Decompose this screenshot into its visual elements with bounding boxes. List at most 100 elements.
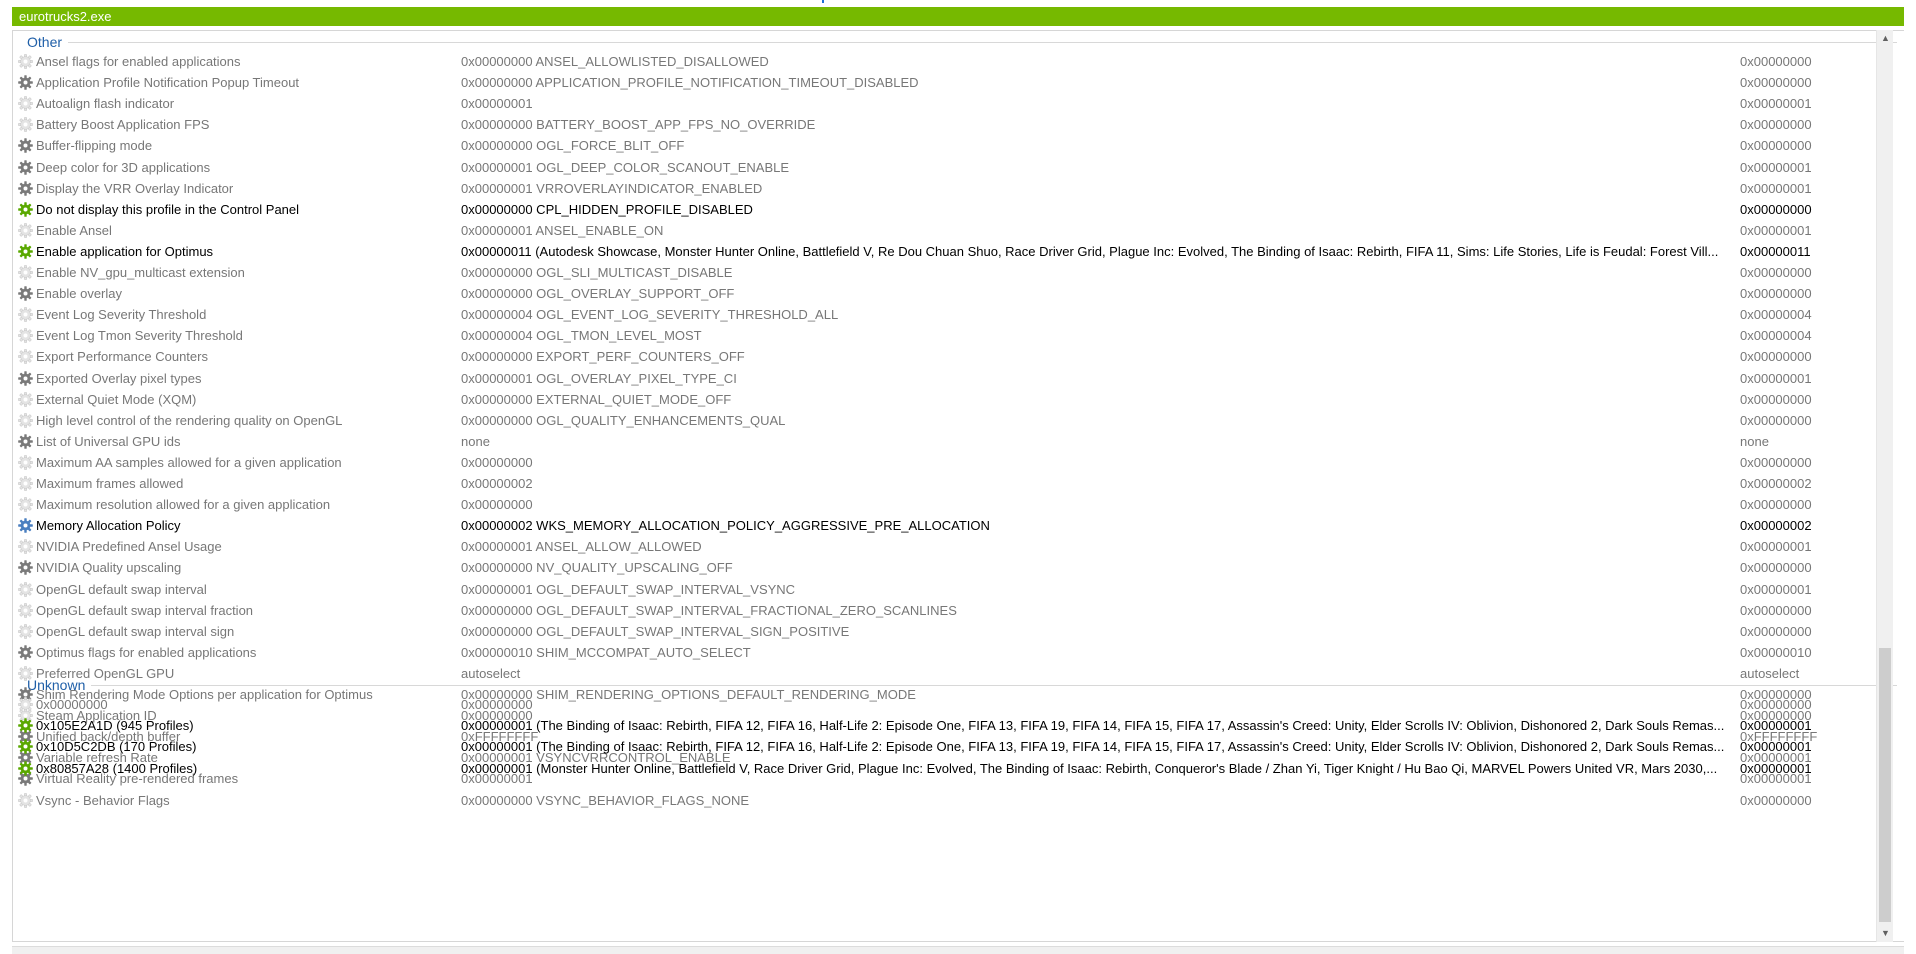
- setting-value[interactable]: 0x00000000 OGL_QUALITY_ENHANCEMENTS_QUAL: [461, 410, 1739, 431]
- gear-light-icon: [17, 539, 34, 555]
- vertical-scrollbar[interactable]: ▲ ▼: [1876, 30, 1893, 942]
- setting-value[interactable]: 0x00000000 OGL_DEFAULT_SWAP_INTERVAL_SIG…: [461, 621, 1739, 642]
- setting-row[interactable]: Enable Ansel 0x00000001 ANSEL_ENABLE_ON 0x…: [13, 220, 1877, 241]
- setting-value[interactable]: 0x00000000 OGL_FORCE_BLIT_OFF: [461, 135, 1739, 156]
- gear-light-icon: [17, 117, 34, 133]
- gear-light-icon: [17, 792, 34, 808]
- setting-name: Do not display this profile in the Contr…: [36, 201, 300, 217]
- setting-row[interactable]: List of Universal GPU ids none none: [13, 431, 1877, 452]
- setting-value[interactable]: 0x00000002 WKS_MEMORY_ALLOCATION_POLICY_…: [461, 515, 1739, 536]
- setting-row[interactable]: NVIDIA Predefined Ansel Usage 0x00000001 …: [13, 536, 1877, 557]
- setting-row[interactable]: 0x10D5C2DB (170 Profiles) 0x00000001 (The…: [13, 736, 1877, 757]
- group-header-other[interactable]: Other: [27, 32, 1897, 52]
- setting-value[interactable]: 0x00000000: [461, 452, 1739, 473]
- setting-value[interactable]: 0x00000001 (The Binding of Isaac: Rebirt…: [461, 736, 1739, 757]
- setting-row[interactable]: 0x00000000 0x00000000 0x00000000: [13, 694, 1877, 715]
- setting-value[interactable]: none: [461, 431, 1739, 452]
- setting-row[interactable]: High level control of the rendering qual…: [13, 410, 1877, 431]
- setting-row[interactable]: Optimus flags for enabled applications 0x…: [13, 642, 1877, 663]
- setting-value[interactable]: 0x00000000 BATTERY_BOOST_APP_FPS_NO_OVER…: [461, 114, 1739, 135]
- setting-value[interactable]: 0x00000001 (The Binding of Isaac: Rebirt…: [461, 715, 1739, 736]
- setting-default: 0x00000000: [1740, 54, 1812, 69]
- setting-value[interactable]: 0x00000000: [461, 694, 1739, 715]
- setting-value[interactable]: 0x00000001: [461, 93, 1739, 114]
- gear-light-icon: [17, 696, 34, 713]
- setting-value[interactable]: 0x00000001 ANSEL_ALLOW_ALLOWED: [461, 536, 1739, 557]
- setting-name: NVIDIA Quality upscaling: [36, 560, 182, 576]
- setting-row[interactable]: Maximum resolution allowed for a given a…: [13, 494, 1877, 515]
- setting-value[interactable]: 0x00000000 EXPORT_PERF_COUNTERS_OFF: [461, 346, 1739, 367]
- top-strip: [0, 0, 1916, 6]
- setting-row[interactable]: OpenGL default swap interval sign 0x00000…: [13, 621, 1877, 642]
- setting-value[interactable]: autoselect: [461, 663, 1739, 684]
- setting-default: 0x00000000: [1740, 412, 1812, 428]
- setting-row[interactable]: Enable application for Optimus 0x00000011…: [13, 241, 1877, 262]
- setting-name: Ansel flags for enabled applications: [36, 54, 241, 69]
- scroll-down-arrow-icon[interactable]: ▼: [1877, 925, 1894, 942]
- setting-row[interactable]: Deep color for 3D applications 0x00000001…: [13, 157, 1877, 178]
- setting-value[interactable]: 0x00000004 OGL_TMON_LEVEL_MOST: [461, 325, 1739, 346]
- setting-row[interactable]: 0x80857A28 (1400 Profiles) 0x00000001 (Mo…: [13, 758, 1877, 779]
- process-bar[interactable]: eurotrucks2.exe: [12, 7, 1904, 26]
- setting-row[interactable]: Ansel flags for enabled applications 0x00…: [13, 51, 1877, 72]
- setting-row[interactable]: 0x105E2A1D (945 Profiles) 0x00000001 (The…: [13, 715, 1877, 736]
- setting-row[interactable]: Enable NV_gpu_multicast extension 0x00000…: [13, 262, 1877, 283]
- setting-row[interactable]: Event Log Tmon Severity Threshold 0x00000…: [13, 325, 1877, 346]
- setting-row[interactable]: NVIDIA Quality upscaling 0x00000000 NV_QU…: [13, 557, 1877, 578]
- setting-row[interactable]: Autoalign flash indicator 0x00000001 0x000…: [13, 93, 1877, 114]
- scroll-thumb[interactable]: [1879, 648, 1891, 922]
- setting-row[interactable]: Vsync - Behavior Flags 0x00000000 VSYNC_B…: [13, 790, 1877, 811]
- setting-row[interactable]: Maximum frames allowed 0x00000002 0x000000…: [13, 473, 1877, 494]
- setting-name: Enable overlay: [36, 286, 122, 302]
- setting-value[interactable]: 0x00000000 EXTERNAL_QUIET_MODE_OFF: [461, 389, 1739, 410]
- setting-row[interactable]: Exported Overlay pixel types 0x00000001 O…: [13, 368, 1877, 389]
- setting-value[interactable]: 0x00000000 APPLICATION_PROFILE_NOTIFICAT…: [461, 72, 1739, 93]
- gear-icon: [18, 560, 33, 576]
- setting-default: 0x00000000: [1740, 349, 1812, 365]
- setting-row[interactable]: Preferred OpenGL GPU autoselect autoselect: [13, 663, 1877, 684]
- setting-row[interactable]: Enable overlay 0x00000000 OGL_OVERLAY_SUP…: [13, 283, 1877, 304]
- setting-value[interactable]: 0x00000001 OGL_OVERLAY_PIXEL_TYPE_CI: [461, 368, 1739, 389]
- setting-value[interactable]: 0x00000010 SHIM_MCCOMPAT_AUTO_SELECT: [461, 642, 1739, 663]
- setting-row[interactable]: Display the VRR Overlay Indicator 0x00000…: [13, 178, 1877, 199]
- setting-name: 0x80857A28 (1400 Profiles): [36, 760, 198, 776]
- setting-value[interactable]: 0x00000000 OGL_OVERLAY_SUPPORT_OFF: [461, 283, 1739, 304]
- setting-value[interactable]: 0x00000011 (Autodesk Showcase, Monster H…: [461, 241, 1739, 262]
- setting-value[interactable]: 0x00000001 OGL_DEEP_COLOR_SCANOUT_ENABLE: [461, 157, 1739, 178]
- scroll-up-arrow-icon[interactable]: ▲: [1877, 30, 1894, 47]
- setting-value[interactable]: 0x00000000 ANSEL_ALLOWLISTED_DISALLOWED: [461, 51, 1739, 72]
- setting-name: Memory Allocation Policy: [36, 518, 181, 534]
- setting-row[interactable]: Memory Allocation Policy 0x00000002 WKS_M…: [13, 515, 1877, 536]
- setting-value[interactable]: 0x00000002: [461, 473, 1739, 494]
- setting-value[interactable]: 0x00000000 VSYNC_BEHAVIOR_FLAGS_NONE: [461, 790, 1739, 811]
- setting-value[interactable]: 0x00000004 OGL_EVENT_LOG_SEVERITY_THRESH…: [461, 304, 1739, 325]
- setting-value[interactable]: 0x00000000: [461, 494, 1739, 515]
- setting-row[interactable]: External Quiet Mode (XQM) 0x00000000 EXTE…: [13, 389, 1877, 410]
- setting-name: 0x10D5C2DB (170 Profiles): [36, 739, 197, 755]
- setting-value[interactable]: 0x00000000 CPL_HIDDEN_PROFILE_DISABLED: [461, 199, 1739, 220]
- gear-light-icon: [17, 475, 34, 492]
- setting-value[interactable]: 0x00000000 OGL_DEFAULT_SWAP_INTERVAL_FRA…: [461, 600, 1739, 621]
- setting-row[interactable]: Event Log Severity Threshold 0x00000004 O…: [13, 304, 1877, 325]
- setting-value[interactable]: 0x00000001 VRROVERLAYINDICATOR_ENABLED: [461, 178, 1739, 199]
- gear-icon: [18, 644, 33, 660]
- setting-value[interactable]: 0x00000001 (Monster Hunter Online, Battl…: [461, 758, 1739, 779]
- setting-default: 0x00000000: [1740, 265, 1812, 280]
- setting-row[interactable]: OpenGL default swap interval fraction 0x0…: [13, 600, 1877, 621]
- horizontal-scrollbar[interactable]: [12, 946, 1904, 954]
- setting-row[interactable]: OpenGL default swap interval 0x00000001 O…: [13, 579, 1877, 600]
- setting-row[interactable]: Battery Boost Application FPS 0x00000000 …: [13, 114, 1877, 135]
- setting-name: Export Performance Counters: [36, 349, 208, 365]
- setting-name: List of Universal GPU ids: [36, 433, 181, 449]
- setting-row[interactable]: Maximum AA samples allowed for a given a…: [13, 452, 1877, 473]
- setting-name: Application Profile Notification Popup T…: [36, 75, 300, 91]
- setting-row[interactable]: Do not display this profile in the Contr…: [13, 199, 1877, 220]
- focus-marker: [822, 0, 824, 3]
- setting-row[interactable]: Buffer-flipping mode 0x00000000 OGL_FORCE…: [13, 135, 1877, 156]
- setting-row[interactable]: Application Profile Notification Popup T…: [13, 72, 1877, 93]
- setting-value[interactable]: 0x00000000 OGL_SLI_MULTICAST_DISABLE: [461, 262, 1739, 283]
- setting-value[interactable]: 0x00000001 OGL_DEFAULT_SWAP_INTERVAL_VSY…: [461, 579, 1739, 600]
- setting-value[interactable]: 0x00000000 NV_QUALITY_UPSCALING_OFF: [461, 557, 1739, 578]
- setting-value[interactable]: 0x00000001 ANSEL_ENABLE_ON: [461, 220, 1739, 241]
- setting-row[interactable]: Export Performance Counters 0x00000000 EX…: [13, 346, 1877, 367]
